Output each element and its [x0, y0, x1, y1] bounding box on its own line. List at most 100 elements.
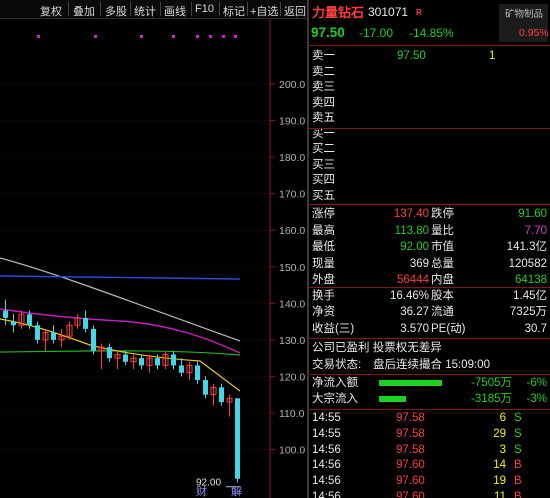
- divider: [309, 287, 550, 288]
- company-info: 公司已盈利 投票权无差异: [312, 342, 442, 354]
- y-tick-label: 180.0: [279, 152, 305, 164]
- y-tick-label: 110.0: [279, 408, 305, 420]
- event-marker-icon: [140, 35, 143, 38]
- flow-label: 净流入额: [312, 377, 358, 389]
- stat-value: 369: [409, 257, 429, 270]
- toolbar-divider: [191, 2, 192, 16]
- sector-change: 0.95%: [519, 27, 549, 39]
- stat-label: PE(动): [431, 322, 466, 335]
- orderbook-sell-volume: 1: [489, 50, 496, 62]
- divider: [309, 409, 550, 410]
- orderbook-sell-price: 97.50: [397, 50, 426, 62]
- y-tick-label: 160.0: [279, 225, 305, 237]
- last-price: 97.50: [311, 25, 345, 40]
- tick-flag: S: [514, 443, 522, 456]
- tick-price: 97.60: [396, 475, 425, 488]
- toolbar-divider: [280, 2, 281, 16]
- stat-value: 92.00: [400, 241, 429, 253]
- toolbar-divider: [100, 2, 101, 16]
- candle-body: [179, 365, 184, 373]
- toolbar-duogu[interactable]: 多股: [105, 3, 127, 19]
- stat-value: 113.80: [394, 224, 429, 237]
- toolbar-diejia[interactable]: 叠加: [73, 3, 95, 19]
- tick-time: 14:56: [312, 443, 341, 456]
- toolbar-biaoji[interactable]: 标记: [223, 3, 245, 19]
- flow-bar: [379, 396, 406, 402]
- tick-price: 97.60: [396, 459, 425, 472]
- price-change: -17.00: [359, 26, 394, 40]
- stat-value: 137.40: [393, 208, 429, 220]
- stat-value: 91.60: [518, 208, 547, 220]
- toolbar-add-watchlist[interactable]: +自选: [250, 3, 278, 19]
- candle-body: [3, 310, 8, 318]
- candle-body: [51, 332, 56, 340]
- orderbook-sell-label: 卖一: [312, 50, 335, 62]
- quote-panel: 力量钻石 301071 R 矿物制品 0.95% 97.50 -17.00 -1…: [309, 0, 550, 498]
- stat-label: 量比: [431, 224, 454, 237]
- y-tick-label: 150.0: [279, 262, 305, 274]
- event-flag-label: 解: [231, 484, 242, 498]
- y-tick-label: 190.0: [279, 116, 305, 128]
- trade-status-label: 交易状态:: [312, 359, 362, 371]
- stat-value: 3.570: [400, 322, 429, 335]
- stat-value: 16.46%: [389, 290, 429, 302]
- event-marker-icon: [94, 35, 97, 38]
- toolbar-huaxian[interactable]: 画线: [164, 3, 186, 19]
- divider: [309, 374, 550, 375]
- candle-body: [219, 387, 224, 402]
- tick-volume: 14: [493, 459, 506, 472]
- toolbar-divider: [219, 2, 220, 16]
- kline-chart[interactable]: 200.0 190.0 180.0 170.0 160.0 150.0 140.0 130.0…: [0, 19, 307, 498]
- candle-body: [83, 317, 88, 329]
- orderbook-sell-label: 卖二: [312, 65, 335, 78]
- toolbar: 复权 叠加 多股 统计 画线 F10 标记 +自选 返回: [0, 0, 308, 19]
- toolbar-fuquan[interactable]: 复权: [40, 3, 62, 19]
- event-marker-icon: [37, 35, 40, 38]
- stat-label: 现量: [312, 257, 335, 270]
- stat-label: 净资: [312, 306, 335, 319]
- candle-body: [107, 347, 112, 359]
- event-marker-icon: [172, 35, 175, 38]
- y-tick-label: 140.0: [279, 298, 305, 310]
- tick-price: 97.58: [396, 412, 425, 424]
- toolbar-divider: [247, 2, 248, 16]
- stat-label: 最高: [312, 224, 335, 237]
- event-marker-icon: [222, 35, 225, 38]
- stock-name: 力量钻石: [312, 5, 365, 20]
- toolbar-divider: [130, 2, 131, 16]
- ma-line-blue: [0, 275, 241, 280]
- stock-code: 301071: [368, 5, 409, 19]
- tick-price: 97.58: [396, 427, 425, 440]
- tick-volume: 19: [493, 475, 506, 488]
- orderbook-buy-label: 买五: [312, 189, 335, 202]
- tick-price: 97.58: [396, 443, 425, 456]
- stat-label: 市值: [431, 241, 454, 253]
- divider: [309, 45, 550, 46]
- candle-body: [35, 325, 40, 340]
- orderbook-buy-label: 买四: [312, 174, 335, 187]
- event-marker-icon: [196, 35, 199, 38]
- y-tick-label: 200.0: [279, 79, 305, 91]
- stat-value: 64138: [515, 274, 547, 286]
- stat-value: 56444: [397, 274, 429, 286]
- flow-label: 大宗流入: [312, 393, 358, 405]
- toolbar-tongji[interactable]: 统计: [134, 3, 156, 19]
- tick-flag: B: [514, 475, 522, 488]
- orderbook-buy-label: 买一: [312, 128, 335, 140]
- toolbar-f10[interactable]: F10: [195, 3, 214, 15]
- candle-body: [27, 314, 32, 326]
- stat-value: 36.27: [400, 306, 429, 319]
- flow-pct: -6%: [526, 377, 547, 389]
- flow-value: -3185万: [471, 393, 512, 405]
- candle-body: [139, 358, 144, 366]
- toolbar-back[interactable]: 返回: [284, 3, 306, 19]
- candle-body: [203, 380, 208, 395]
- tick-volume: 29: [493, 427, 506, 440]
- candle-body: [195, 365, 200, 381]
- event-marker-icon: [234, 35, 237, 38]
- stat-value: 1.45亿: [513, 290, 547, 302]
- stat-label: 流通: [431, 306, 454, 319]
- y-tick-label: 100.0: [279, 445, 305, 457]
- orderbook-buy-label: 买三: [312, 158, 335, 171]
- stat-value: 30.7: [524, 322, 547, 335]
